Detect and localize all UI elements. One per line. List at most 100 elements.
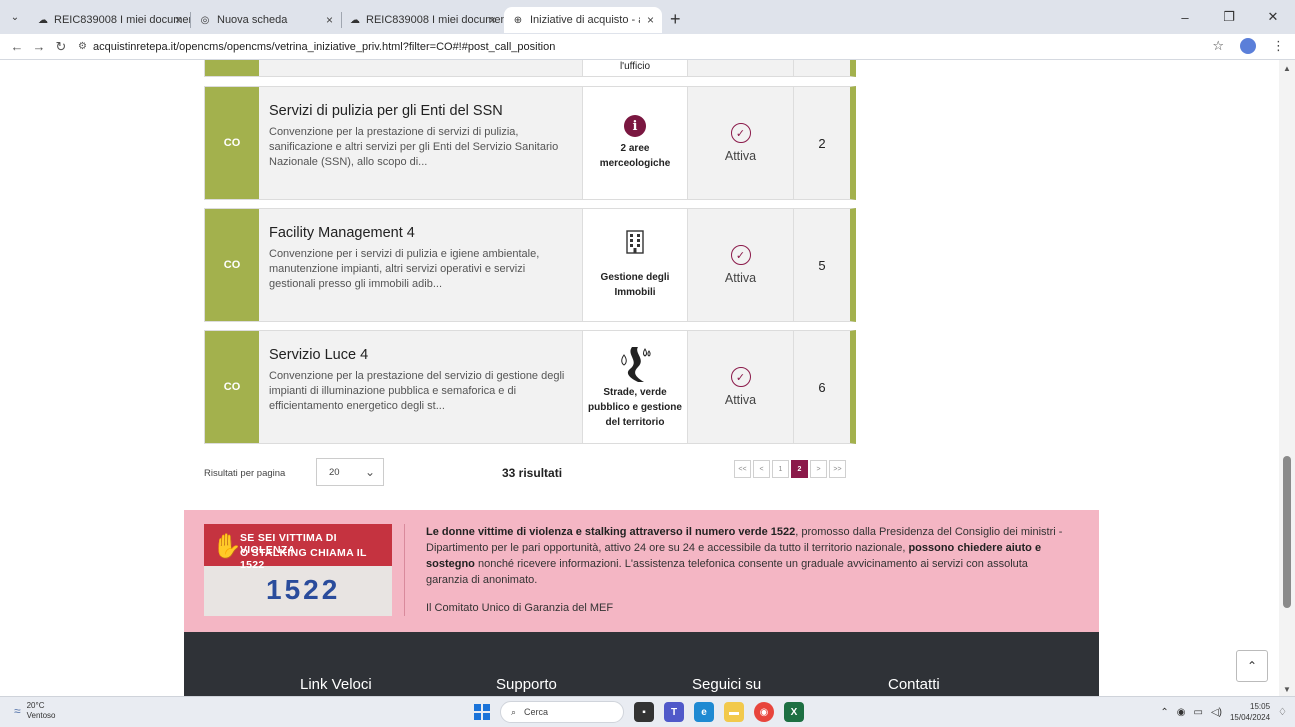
scroll-down-arrow-icon[interactable]: ▼ [1283, 685, 1291, 694]
bookmark-star-icon[interactable]: ☆ [1212, 38, 1224, 54]
page-viewport: l'ufficio CO Servizi di pulizia per gli … [0, 60, 1279, 696]
minimize-icon[interactable]: – [1163, 10, 1207, 25]
chevron-up-icon: ⌃ [1246, 659, 1258, 673]
row-status: ✓ Attiva [688, 87, 794, 199]
new-tab-plus-icon[interactable]: + [670, 9, 681, 30]
teams-icon[interactable]: T [664, 702, 684, 722]
network-icon[interactable]: ▭ [1194, 707, 1203, 718]
tab-title: REIC839008 I miei documenti [54, 14, 190, 26]
tab-search-chevron-icon[interactable]: ⌄ [0, 0, 30, 34]
wind-icon: ≈ [14, 704, 21, 718]
pager: << < 1 2 > >> [734, 460, 846, 478]
chevron-down-icon: ⌄ [364, 465, 375, 479]
browser-tab-3[interactable]: ☁ REIC839008 I miei documenti × [342, 7, 504, 33]
category-label: l'ufficio [619, 61, 651, 72]
profile-avatar[interactable] [1240, 38, 1256, 54]
forward-arrow-icon[interactable]: → [28, 39, 50, 54]
per-page-label: Risultati per pagina [204, 468, 286, 479]
table-row[interactable]: CO Servizi di pulizia per gli Enti del S… [204, 86, 856, 200]
per-page-value: 20 [329, 466, 340, 478]
close-icon[interactable]: × [489, 13, 496, 27]
table-row[interactable]: CO Facility Management 4 Convenzione per… [204, 208, 856, 322]
footer-seguici[interactable]: Seguici su [692, 676, 761, 693]
next-page-button[interactable]: > [810, 460, 827, 478]
row-category: i 2 aree merceologiche [582, 87, 688, 199]
chrome-icon: ◎ [200, 14, 210, 26]
row-type-badge: CO [205, 87, 259, 199]
check-circle-icon: ✓ [730, 245, 751, 265]
browser-tab-active[interactable]: ⊕ Iniziative di acquisto - acquistin × [504, 7, 662, 33]
back-to-top-button[interactable]: ⌃ [1236, 650, 1268, 682]
row-title[interactable]: Facility Management 4 [269, 225, 572, 241]
row-description: Facility Management 4 Convenzione per i … [259, 209, 582, 321]
row-count: 5 [818, 257, 826, 273]
chevron-up-icon[interactable]: ⌃ [1160, 707, 1168, 718]
file-explorer-icon[interactable]: ▬ [724, 702, 744, 722]
banner-1522-image[interactable]: ✋ SE SEI VITTIMA DI VIOLENZA O STALKING … [204, 524, 392, 616]
more-menu-icon[interactable]: ⋮ [1272, 38, 1285, 54]
cloud-icon: ☁ [38, 14, 48, 26]
app-tray-icon[interactable]: ◉ [1177, 707, 1186, 718]
close-icon[interactable]: × [175, 13, 182, 27]
row-title[interactable]: Servizi di pulizia per gli Enti del SSN [269, 103, 572, 119]
category-label: Gestione degli Immobili [600, 272, 670, 298]
raised-hand-icon: ✋ [212, 533, 242, 560]
prev-page-button[interactable]: < [753, 460, 770, 478]
last-page-button[interactable]: >> [829, 460, 846, 478]
table-row-partial[interactable]: l'ufficio [204, 60, 856, 77]
url-field[interactable]: ⚙ acquistinretepa.it/opencms/opencms/vet… [78, 41, 555, 53]
info-icon: i [624, 115, 646, 137]
row-summary: Convenzione per la prestazione del servi… [269, 370, 565, 412]
windows-taskbar: ≈ 20°C Ventoso ⌕ Cerca ▪ T e ▬ ◉ X ⌃ ◉ ▭… [0, 696, 1295, 727]
chrome-icon[interactable]: ◉ [754, 702, 774, 722]
results-count: 33 risultati [502, 466, 563, 480]
task-view-icon[interactable]: ▪ [634, 702, 654, 722]
footer-contatti[interactable]: Contatti [888, 676, 940, 693]
row-summary: Convenzione per i servizi di pulizia e i… [269, 248, 540, 290]
page-button-1[interactable]: 1 [772, 460, 789, 478]
cug-mef-link[interactable]: Il Comitato Unico di Garanzia del MEF [426, 602, 613, 614]
back-arrow-icon[interactable]: ← [6, 39, 28, 54]
close-icon[interactable]: × [326, 13, 333, 27]
clock[interactable]: 15:05 15/04/2024 [1230, 701, 1270, 723]
taskbar-search[interactable]: ⌕ Cerca [500, 701, 624, 723]
page-button-2[interactable]: 2 [791, 460, 808, 478]
window-controls: – ❐ ✕ [1163, 0, 1295, 34]
banner-text-part2: nonché ricevere informazioni. L'assisten… [426, 558, 1028, 586]
browser-tab-1[interactable]: ☁ REIC839008 I miei documenti × [30, 7, 190, 33]
weather-desc: Ventoso [26, 711, 56, 720]
per-page-select[interactable]: 20 ⌄ [316, 458, 384, 486]
status-label: Attiva [724, 393, 757, 407]
notification-bell-icon[interactable]: ♢ [1278, 707, 1287, 718]
excel-icon[interactable]: X [784, 702, 804, 722]
weather-widget[interactable]: ≈ 20°C Ventoso [14, 701, 56, 721]
cloud-icon: ☁ [350, 14, 360, 26]
row-description: Servizi di pulizia per gli Enti del SSN … [259, 87, 582, 199]
scroll-thumb[interactable] [1283, 456, 1291, 608]
table-row[interactable]: CO Servizio Luce 4 Convenzione per la pr… [204, 330, 856, 444]
clock-time: 15:05 [1250, 702, 1271, 711]
windows-start-icon[interactable] [474, 704, 490, 720]
anti-violence-banner: ✋ SE SEI VITTIMA DI VIOLENZA O STALKING … [184, 510, 1099, 632]
clock-date: 15/04/2024 [1229, 713, 1271, 722]
search-icon: ⌕ [511, 706, 517, 717]
first-page-button[interactable]: << [734, 460, 751, 478]
scroll-up-arrow-icon[interactable]: ▲ [1283, 64, 1291, 73]
browser-tab-2[interactable]: ◎ Nuova scheda × [191, 7, 341, 33]
close-window-icon[interactable]: ✕ [1251, 9, 1295, 25]
reload-icon[interactable]: ↻ [50, 39, 72, 55]
check-circle-icon: ✓ [730, 367, 751, 387]
volume-icon[interactable]: ◁) [1211, 707, 1222, 718]
banner-text-bold1: Le donne vittime di violenza e stalking … [426, 526, 796, 538]
row-title[interactable]: Servizio Luce 4 [269, 347, 572, 363]
site-settings-icon[interactable]: ⚙ [78, 41, 87, 52]
edge-icon[interactable]: e [694, 702, 714, 722]
close-icon[interactable]: × [647, 13, 654, 27]
footer-supporto[interactable]: Supporto [496, 676, 557, 693]
page-scrollbar[interactable]: ▲ ▼ [1279, 60, 1295, 696]
banner-image-number: 1522 [266, 574, 341, 605]
footer-link-veloci[interactable]: Link Veloci [300, 676, 372, 693]
restore-icon[interactable]: ❐ [1207, 9, 1251, 25]
road-trees-icon [621, 346, 651, 382]
row-type-badge: CO [205, 209, 259, 321]
